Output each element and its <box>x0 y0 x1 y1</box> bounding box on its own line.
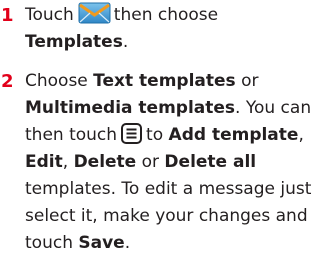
step-2-line-4: Edit, Delete or Delete all <box>25 152 257 172</box>
step-2-text: Choose Text templates or Multimedia temp… <box>25 68 312 257</box>
step-2-line-3: then touch to Add template, <box>25 123 304 145</box>
step-1-number: 1 <box>1 5 14 26</box>
step-2-line-1: Choose Text templates or <box>25 71 259 91</box>
messaging-envelope-icon <box>78 2 111 24</box>
step-2-line-7: touch Save. <box>25 233 131 253</box>
step-2-line-5: templates. To edit a message just <box>25 179 312 199</box>
step-2-line-6: select it, make your changes and <box>25 206 308 226</box>
step-2-line-2: Multimedia templates. You can <box>25 98 312 118</box>
menu-icon <box>121 123 143 144</box>
step-2-number: 2 <box>1 71 14 92</box>
step-1-line-1: Touch then choose <box>25 2 306 29</box>
step-1-line-2: Templates. <box>25 32 129 52</box>
step-1-text: Touch then choose Templates. <box>25 2 306 56</box>
